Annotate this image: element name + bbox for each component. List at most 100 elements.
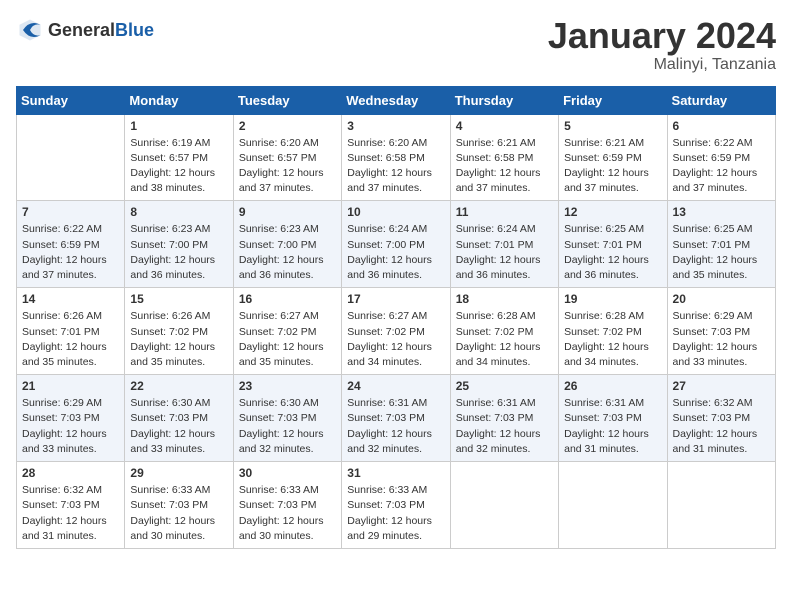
- day-number: 2: [239, 119, 336, 133]
- day-number: 26: [564, 379, 661, 393]
- cell-info: Sunrise: 6:20 AM Sunset: 6:58 PM Daylight:…: [347, 136, 444, 197]
- sunset: Sunset: 7:03 PM: [347, 412, 425, 424]
- weekday-header: Tuesday: [233, 86, 341, 114]
- calendar-cell: 7 Sunrise: 6:22 AMSunset: 6:59 PMDaylight…: [17, 201, 125, 288]
- cell-info: Sunrise: 6:19 AMSunset: 6:57 PMDaylight:…: [130, 136, 227, 197]
- daylight: Daylight: 12 hours and 32 minutes.: [456, 428, 541, 455]
- daylight: Daylight: 12 hours and 35 minutes.: [239, 341, 324, 368]
- sunrise: Sunrise: 6:20 AM: [239, 137, 319, 149]
- logo-general: General: [48, 20, 115, 40]
- day-number: 10: [347, 205, 444, 219]
- cell-info: Sunrise: 6:28 AM Sunset: 7:02 PM Daylight:…: [564, 309, 661, 370]
- sunrise: Sunrise: 6:26 AM: [130, 310, 210, 322]
- day-number: 17: [347, 292, 444, 306]
- logo-text: GeneralBlue: [48, 20, 154, 41]
- sunset: Sunset: 7:02 PM: [130, 326, 208, 338]
- sunset: Sunset: 7:02 PM: [347, 326, 425, 338]
- daylight: Daylight: 12 hours and 35 minutes.: [22, 341, 107, 368]
- sunset: Sunset: 7:01 PM: [673, 239, 751, 251]
- cell-info: Sunrise: 6:32 AMSunset: 7:03 PMDaylight:…: [22, 483, 119, 544]
- daylight: Daylight: 12 hours and 34 minutes.: [456, 341, 541, 368]
- sunrise: Sunrise: 6:19 AM: [130, 137, 210, 149]
- cell-info: Sunrise: 6:33 AMSunset: 7:03 PMDaylight:…: [130, 483, 227, 544]
- day-number: 28: [22, 466, 119, 480]
- cell-info: Sunrise: 6:32 AMSunset: 7:03 PMDaylight:…: [673, 396, 770, 457]
- cell-info: Sunrise: 6:30 AMSunset: 7:03 PMDaylight:…: [239, 396, 336, 457]
- calendar-cell: 15Sunrise: 6:26 AMSunset: 7:02 PMDayligh…: [125, 288, 233, 375]
- sunrise: Sunrise: 6:32 AM: [673, 397, 753, 409]
- header-row: SundayMondayTuesdayWednesdayThursdayFrid…: [17, 86, 776, 114]
- calendar-cell: [450, 462, 558, 549]
- calendar-cell: [17, 114, 125, 201]
- cell-info: Sunrise: 6:30 AMSunset: 7:03 PMDaylight:…: [130, 396, 227, 457]
- calendar-cell: 31Sunrise: 6:33 AMSunset: 7:03 PMDayligh…: [342, 462, 450, 549]
- cell-info: Sunrise: 6:31 AMSunset: 7:03 PMDaylight:…: [347, 396, 444, 457]
- weekday-header: Sunday: [17, 86, 125, 114]
- daylight: Daylight: 12 hours and 34 minutes.: [564, 341, 649, 368]
- cell-info: Sunrise: 6:25 AM Sunset: 7:01 PM Daylight:…: [673, 222, 770, 283]
- sunrise: Sunrise: 6:29 AM: [673, 310, 753, 322]
- calendar-cell: 19Sunrise: 6:28 AMSunset: 7:02 PMDayligh…: [559, 288, 667, 375]
- cell-info: Sunrise: 6:21 AMSunset: 6:58 PMDaylight:…: [456, 136, 553, 197]
- day-number: 4: [456, 119, 553, 133]
- sunrise: Sunrise: 6:33 AM: [347, 484, 427, 496]
- calendar-cell: 28 Sunrise: 6:32 AMSunset: 7:03 PMDayligh…: [17, 462, 125, 549]
- daylight: Daylight: 12 hours and 32 minutes.: [347, 428, 432, 455]
- cell-info: Sunrise: 6:26 AMSunset: 7:02 PMDaylight:…: [130, 309, 227, 370]
- sunrise: Sunrise: 6:20 AM: [347, 137, 427, 149]
- sunrise: Sunrise: 6:33 AM: [239, 484, 319, 496]
- daylight: Daylight: 12 hours and 36 minutes.: [347, 254, 432, 281]
- cell-info: Sunrise: 6:27 AMSunset: 7:02 PMDaylight:…: [239, 309, 336, 370]
- sunset: Sunset: 7:03 PM: [673, 326, 751, 338]
- sunrise: Sunrise: 6:29 AM: [22, 397, 102, 409]
- daylight: Daylight: 12 hours and 38 minutes.: [130, 167, 215, 194]
- sunset: Sunset: 7:03 PM: [22, 499, 100, 511]
- sunset: Sunset: 7:02 PM: [564, 326, 642, 338]
- calendar-cell: 5Sunrise: 6:21 AMSunset: 6:59 PMDaylight…: [559, 114, 667, 201]
- day-number: 1: [130, 119, 227, 133]
- calendar-cell: 22 Sunrise: 6:30 AMSunset: 7:03 PMDayligh…: [125, 375, 233, 462]
- cell-info: Sunrise: 6:29 AMSunset: 7:03 PMDaylight:…: [673, 309, 770, 370]
- daylight: Daylight: 12 hours and 37 minutes.: [239, 167, 324, 194]
- sunset: Sunset: 6:58 PM: [347, 152, 425, 164]
- calendar-week-row: 21Sunrise: 6:29 AMSunset: 7:03 PMDayligh…: [17, 375, 776, 462]
- day-number: 5: [564, 119, 661, 133]
- cell-info: Sunrise: 6:22 AMSunset: 6:59 PMDaylight:…: [22, 222, 119, 283]
- sunrise: Sunrise: 6:24 AM: [347, 223, 427, 235]
- cell-info: Sunrise: 6:24 AMSunset: 7:01 PMDaylight:…: [456, 222, 553, 283]
- daylight: Daylight: 12 hours and 29 minutes.: [347, 515, 432, 542]
- day-number: 11: [456, 205, 553, 219]
- sunrise: Sunrise: 6:30 AM: [130, 397, 210, 409]
- daylight: Daylight: 12 hours and 36 minutes.: [564, 254, 649, 281]
- sunset: Sunset: 7:00 PM: [130, 239, 208, 251]
- calendar-cell: 4 Sunrise: 6:21 AMSunset: 6:58 PMDaylight…: [450, 114, 558, 201]
- sunrise: Sunrise: 6:21 AM: [456, 137, 536, 149]
- daylight: Daylight: 12 hours and 36 minutes.: [130, 254, 215, 281]
- cell-info: Sunrise: 6:28 AMSunset: 7:02 PMDaylight:…: [456, 309, 553, 370]
- sunset: Sunset: 7:03 PM: [22, 412, 100, 424]
- day-number: 23: [239, 379, 336, 393]
- day-number: 16: [239, 292, 336, 306]
- sunrise: Sunrise: 6:25 AM: [673, 223, 753, 235]
- calendar-cell: 29Sunrise: 6:33 AMSunset: 7:03 PMDayligh…: [125, 462, 233, 549]
- logo-blue: Blue: [115, 20, 154, 40]
- weekday-header: Saturday: [667, 86, 775, 114]
- day-number: 7: [22, 205, 119, 219]
- sunrise: Sunrise: 6:25 AM: [564, 223, 644, 235]
- daylight: Daylight: 12 hours and 37 minutes.: [673, 167, 758, 194]
- cell-info: Sunrise: 6:26 AMSunset: 7:01 PMDaylight:…: [22, 309, 119, 370]
- sunrise: Sunrise: 6:28 AM: [564, 310, 644, 322]
- sunset: Sunset: 7:01 PM: [456, 239, 534, 251]
- cell-info: Sunrise: 6:24 AMSunset: 7:00 PMDaylight:…: [347, 222, 444, 283]
- sunrise: Sunrise: 6:28 AM: [456, 310, 536, 322]
- calendar-cell: 10 Sunrise: 6:24 AMSunset: 7:00 PMDayligh…: [342, 201, 450, 288]
- sunrise: Sunrise: 6:22 AM: [673, 137, 753, 149]
- daylight: Daylight: 12 hours and 35 minutes.: [673, 254, 758, 281]
- sunset: Sunset: 7:02 PM: [239, 326, 317, 338]
- daylight: Daylight: 12 hours and 37 minutes.: [347, 167, 432, 194]
- month-title: January 2024: [548, 16, 776, 56]
- calendar-cell: 18Sunrise: 6:28 AMSunset: 7:02 PMDayligh…: [450, 288, 558, 375]
- weekday-header: Thursday: [450, 86, 558, 114]
- day-number: 22: [130, 379, 227, 393]
- daylight: Daylight: 12 hours and 31 minutes.: [564, 428, 649, 455]
